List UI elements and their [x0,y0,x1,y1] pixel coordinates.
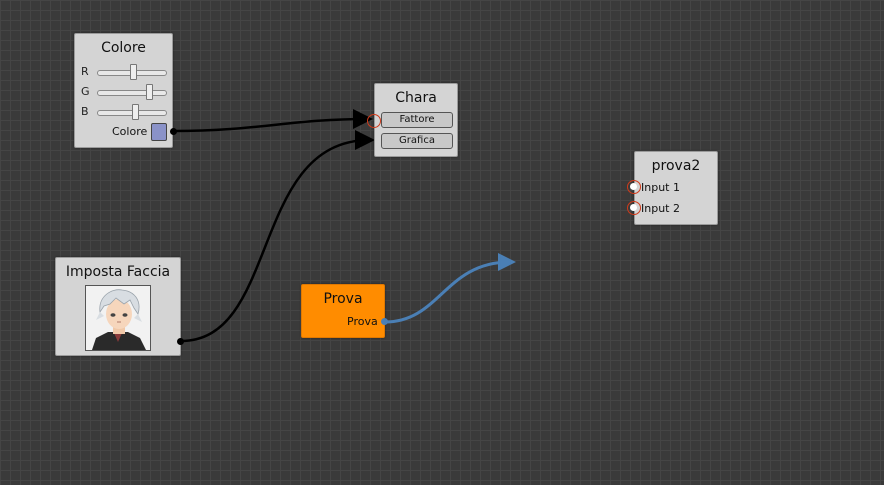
fattore-port-icon[interactable] [367,114,381,128]
wire-prova-dragging[interactable] [384,253,516,324]
chara-input-fattore[interactable]: Fattore [381,112,453,128]
slider-r-track[interactable] [97,64,167,80]
slider-b-track[interactable] [97,104,167,120]
prova-node[interactable]: Prova Prova [301,284,385,338]
slider-g-track[interactable] [97,84,167,100]
slider-r[interactable]: R [81,64,171,80]
slider-r-thumb[interactable] [130,64,137,80]
input-1-port-icon[interactable] [627,180,641,194]
slider-b-label: B [81,105,89,118]
prova-output-label: Prova [347,315,378,328]
character-portrait-icon[interactable] [85,285,151,351]
prova2-input-1-label: Input 1 [641,181,680,194]
prova2-input-2-label: Input 2 [641,202,680,215]
prova-output-port[interactable] [381,318,388,325]
imposta-faccia-node[interactable]: Imposta Faccia [55,257,181,356]
colore-output-port[interactable] [170,128,177,135]
prova2-node[interactable]: prova2 Input 1 Input 2 [627,151,718,225]
imposta-faccia-output-port[interactable] [177,338,184,345]
imposta-faccia-node-title: Imposta Faccia [65,264,171,280]
slider-r-label: R [81,65,89,78]
input-2-port-dot [630,204,637,211]
chara-node-title: Chara [395,90,437,106]
colore-node-title: Colore [101,40,146,56]
prova2-node-title: prova2 [651,158,701,174]
wire-colore-to-fattore[interactable] [172,109,373,133]
input-2-port-icon[interactable] [627,201,641,215]
slider-g-thumb[interactable] [146,84,153,100]
input-1-port-dot [630,183,637,190]
colore-output-label: Colore [112,125,148,138]
slider-g-label: G [81,85,90,98]
color-swatch[interactable] [151,123,167,141]
slider-b[interactable]: B [81,104,171,120]
slider-g[interactable]: G [81,84,171,100]
chara-input-grafica[interactable]: Grafica [381,133,453,149]
chara-node[interactable]: Chara Fattore Grafica [374,83,458,157]
slider-b-thumb[interactable] [132,104,139,120]
prova-node-title: Prova [323,291,363,307]
colore-node[interactable]: Colore R G B Colore [74,33,173,148]
